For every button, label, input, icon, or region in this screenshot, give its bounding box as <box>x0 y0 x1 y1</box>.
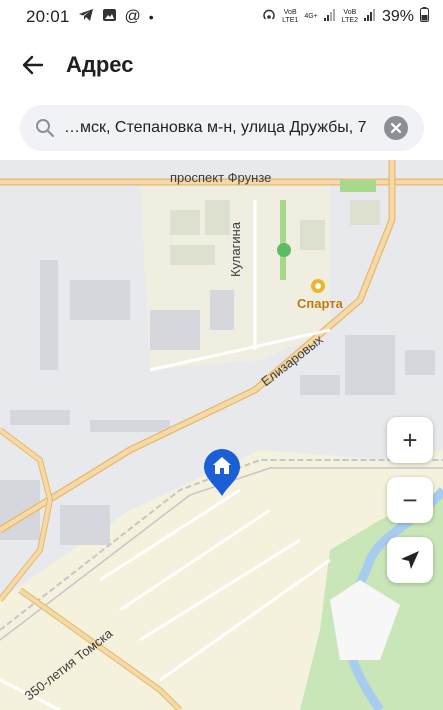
battery-percent: 39% <box>381 8 414 25</box>
hotspot-icon <box>262 8 276 27</box>
plus-icon: + <box>402 425 418 455</box>
map-canvas <box>0 160 443 710</box>
zoom-in-button[interactable]: + <box>387 417 433 463</box>
battery-icon <box>420 7 429 27</box>
gallery-icon <box>102 8 117 27</box>
dot-icon: • <box>148 9 154 25</box>
street-label: проспект Фрунзе <box>170 170 272 185</box>
signal-icon <box>323 8 336 26</box>
navigation-arrow-icon <box>401 551 419 569</box>
location-pin <box>202 448 242 498</box>
status-bar: 20:01 @ • VoB LTE1 4G+ VoB LTE2 39% <box>0 0 443 34</box>
poi-label: Спарта <box>297 296 343 311</box>
telegram-icon <box>78 8 94 27</box>
arrow-left-icon <box>22 55 44 75</box>
zoom-out-button[interactable]: − <box>387 477 433 523</box>
status-time: 20:01 <box>26 7 70 26</box>
search-icon <box>36 119 55 138</box>
clear-button[interactable] <box>384 116 408 140</box>
signal-icon <box>363 8 376 26</box>
map-view[interactable]: проспект Фрунзе Кулагина Спарта Елизаров… <box>0 160 443 710</box>
network-1: VoB LTE1 <box>282 9 299 24</box>
close-icon <box>390 122 402 134</box>
my-location-button[interactable] <box>387 537 433 583</box>
page-title: Адрес <box>66 52 134 77</box>
at-sign-icon: @ <box>124 8 141 25</box>
address-search <box>20 105 424 151</box>
network-type: 4G+ <box>304 13 318 20</box>
street-label: Кулагина <box>228 221 244 278</box>
minus-icon: − <box>402 485 418 515</box>
address-input[interactable] <box>64 119 384 137</box>
network-2: VoB LTE2 <box>341 9 358 24</box>
app-header: Адрес <box>0 38 443 92</box>
back-button[interactable] <box>18 50 48 80</box>
